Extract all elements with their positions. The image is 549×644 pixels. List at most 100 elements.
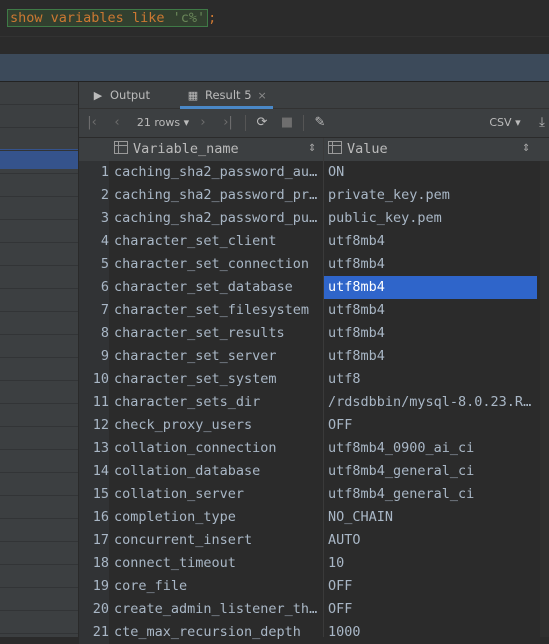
row-number: 11 xyxy=(79,391,109,414)
export-format-dropdown[interactable]: CSV ▾ xyxy=(485,109,525,137)
cell-variable-name[interactable]: character_set_results xyxy=(114,322,321,345)
cell-variable-name[interactable]: caching_sha2_password_private_key_path xyxy=(114,184,321,207)
table-row[interactable]: 17 concurrent_insert AUTO xyxy=(79,529,549,552)
cell-variable-name[interactable]: core_file xyxy=(114,575,321,598)
cell-variable-name[interactable]: concurrent_insert xyxy=(114,529,321,552)
table-row[interactable]: 18 connect_timeout 10 xyxy=(79,552,549,575)
table-row[interactable]: 19 core_file OFF xyxy=(79,575,549,598)
cell-value[interactable]: OFF xyxy=(324,598,537,621)
cell-variable-name[interactable]: collation_connection xyxy=(114,437,321,460)
tab-result-5[interactable]: ▦ Result 5 × xyxy=(180,82,273,109)
cell-value[interactable]: public_key.pem xyxy=(324,207,537,230)
cell-value[interactable]: OFF xyxy=(324,414,537,437)
table-row[interactable]: 11 character_sets_dir/rdsdbbin/mysql-8.0.… xyxy=(79,391,549,414)
cell-variable-name[interactable]: character_set_server xyxy=(114,345,321,368)
cell-variable-name[interactable]: caching_sha2_password_auto_generate_rsa_… xyxy=(114,161,321,184)
cell-value[interactable]: /rdsdbbin/mysql-8.0.23.R… xyxy=(324,391,537,414)
cell-value[interactable]: utf8mb4 xyxy=(324,276,537,299)
services-header-bar xyxy=(0,54,549,82)
rows-count-label: 21 rows xyxy=(136,116,181,129)
cell-value[interactable]: utf8mb4 xyxy=(324,322,537,345)
cell-value[interactable]: 10 xyxy=(324,552,537,575)
table-row[interactable]: 14 collation_database utf8mb4_general_ci xyxy=(79,460,549,483)
row-number: 13 xyxy=(79,437,109,460)
table-row[interactable]: 16 completion_type NO_CHAIN xyxy=(79,506,549,529)
row-number: 1 xyxy=(79,161,109,184)
cell-value[interactable]: AUTO xyxy=(324,529,537,552)
cell-value[interactable]: utf8mb4 xyxy=(324,253,537,276)
cell-variable-name[interactable]: connect_timeout xyxy=(114,552,321,575)
table-row[interactable]: 2caching_sha2_password_private_key_pathp… xyxy=(79,184,549,207)
table-row[interactable]: 20 create_admin_listener_thread OFF xyxy=(79,598,549,621)
cell-variable-name[interactable]: character_set_connection xyxy=(114,253,321,276)
table-row[interactable]: 3caching_sha2_password_public_key_pathpu… xyxy=(79,207,549,230)
cell-variable-name[interactable]: check_proxy_users xyxy=(114,414,321,437)
cell-value[interactable]: private_key.pem xyxy=(324,184,537,207)
last-page-icon[interactable]: ›| xyxy=(219,109,237,137)
table-row[interactable]: 13 collation_connection utf8mb4_0900_ai_ci xyxy=(79,437,549,460)
sql-editor[interactable]: show variables like 'c%'; xyxy=(0,0,549,36)
cell-variable-name[interactable]: character_set_system xyxy=(114,368,321,391)
cell-value[interactable]: utf8mb4 xyxy=(324,299,537,322)
result-grid[interactable]: Variable_name ⇕ Value ⇕ 1 caching_sha2_pa… xyxy=(79,138,549,644)
vertical-scrollbar[interactable] xyxy=(540,161,549,637)
table-row[interactable]: 8 character_set_results utf8mb4 xyxy=(79,322,549,345)
cell-variable-name[interactable]: cte_max_recursion_depth xyxy=(114,621,321,644)
next-page-icon[interactable]: › xyxy=(195,109,211,137)
sort-icon[interactable]: ⇕ xyxy=(308,143,316,154)
column-header-variable-name[interactable]: Variable_name xyxy=(114,138,239,161)
table-row[interactable]: 1caching_sha2_password_auto_generate_rsa… xyxy=(79,161,549,184)
cell-value[interactable]: NO_CHAIN xyxy=(324,506,537,529)
cell-variable-name[interactable]: create_admin_listener_thread xyxy=(114,598,321,621)
cell-value[interactable]: utf8 xyxy=(324,368,537,391)
cell-value[interactable]: ON xyxy=(324,161,537,184)
sql-string: 'c%' xyxy=(172,10,206,26)
table-row[interactable]: 5 character_set_connection utf8mb4 xyxy=(79,253,549,276)
cell-variable-name[interactable]: character_set_database xyxy=(114,276,321,299)
rows-count-dropdown[interactable]: 21 rows ▾ xyxy=(135,109,191,137)
cell-value[interactable]: utf8mb4 xyxy=(324,345,537,368)
table-row[interactable]: 9 character_set_server utf8mb4 xyxy=(79,345,549,368)
services-tree-panel[interactable] xyxy=(0,82,79,637)
first-page-icon[interactable]: |‹ xyxy=(84,109,100,137)
row-number: 3 xyxy=(79,207,109,230)
cell-variable-name[interactable]: collation_database xyxy=(114,460,321,483)
cell-variable-name[interactable]: character_set_client xyxy=(114,230,321,253)
table-row[interactable]: 10 character_set_system utf8 xyxy=(79,368,549,391)
tree-row-divider xyxy=(0,196,78,197)
row-number: 10 xyxy=(79,368,109,391)
download-icon[interactable]: ⤓ xyxy=(535,109,549,137)
cell-variable-name[interactable]: character_set_filesystem xyxy=(114,299,321,322)
grid-header: Variable_name ⇕ Value ⇕ xyxy=(79,138,549,162)
cell-value[interactable]: utf8mb4_general_ci xyxy=(324,483,537,506)
table-row[interactable]: 21 cte_max_recursion_depth 1000 xyxy=(79,621,549,644)
refresh-icon[interactable]: ⟳ xyxy=(253,109,271,137)
cell-value[interactable]: utf8mb4 xyxy=(324,230,537,253)
table-row[interactable]: 12 check_proxy_users OFF xyxy=(79,414,549,437)
stop-icon[interactable]: ■ xyxy=(279,109,295,137)
sql-semicolon: ; xyxy=(208,10,217,26)
table-row[interactable]: 4 character_set_client utf8mb4 xyxy=(79,230,549,253)
cell-value[interactable]: 1000 xyxy=(324,621,537,644)
previous-page-icon[interactable]: ‹ xyxy=(109,109,125,137)
column-header-value[interactable]: Value xyxy=(328,138,388,161)
table-icon: ▦ xyxy=(187,89,199,102)
cell-variable-name[interactable]: collation_server xyxy=(114,483,321,506)
tree-selected-row[interactable] xyxy=(0,149,78,169)
cell-value[interactable]: OFF xyxy=(324,575,537,598)
table-row[interactable]: 15 collation_server utf8mb4_general_ci xyxy=(79,483,549,506)
cell-variable-name[interactable]: character_sets_dir xyxy=(114,391,321,414)
pin-icon[interactable]: ✎ xyxy=(311,109,329,137)
cell-variable-name[interactable]: caching_sha2_password_public_key_path xyxy=(114,207,321,230)
cell-value[interactable]: utf8mb4_0900_ai_ci xyxy=(324,437,537,460)
close-tab-icon[interactable]: × xyxy=(258,89,267,102)
table-row[interactable]: 6 character_set_database utf8mb4 xyxy=(79,276,549,299)
cell-variable-name[interactable]: completion_type xyxy=(114,506,321,529)
sql-keyword-show: show xyxy=(10,10,43,26)
tree-row-divider xyxy=(0,265,78,266)
cell-value[interactable]: utf8mb4_general_ci xyxy=(324,460,537,483)
tab-output[interactable]: ▶ Output xyxy=(91,82,150,108)
sort-icon[interactable]: ⇕ xyxy=(522,143,530,154)
table-row[interactable]: 7 character_set_filesystem utf8mb4 xyxy=(79,299,549,322)
sql-statement[interactable]: show variables like 'c%'; xyxy=(7,7,216,29)
